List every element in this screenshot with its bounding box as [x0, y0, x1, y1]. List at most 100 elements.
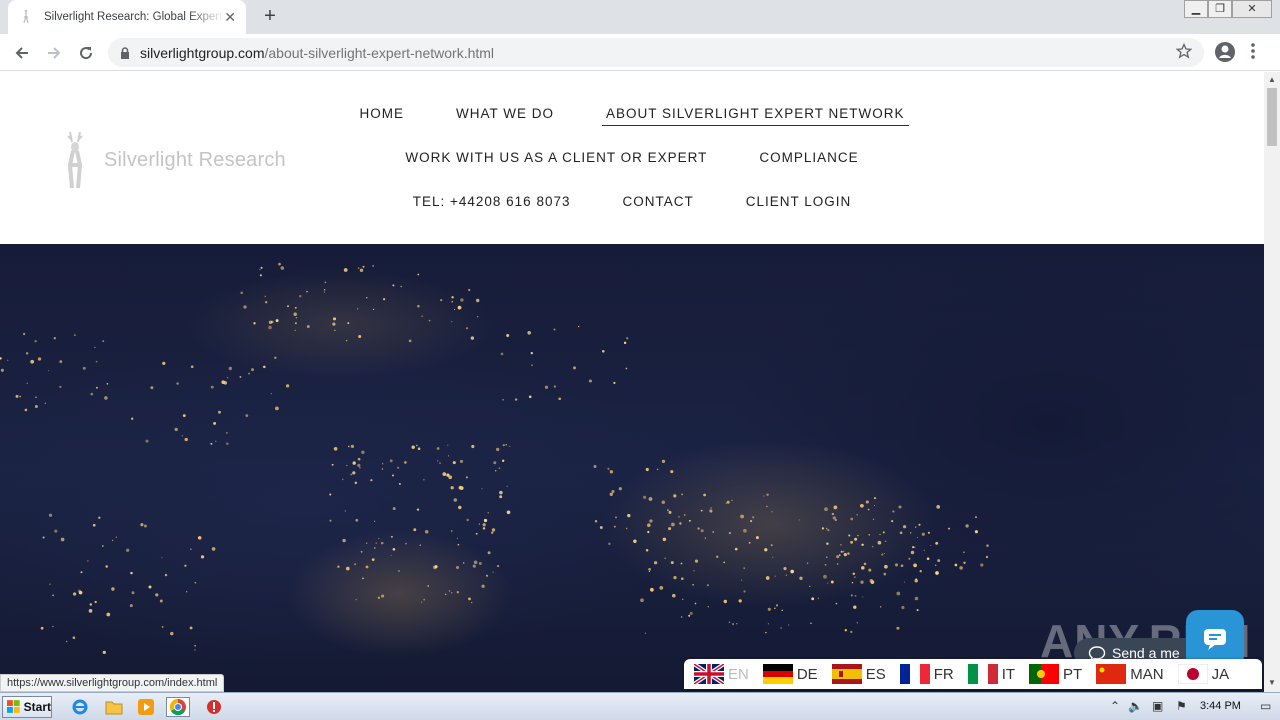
lang-man[interactable]: MAN [1096, 664, 1164, 684]
city-light [129, 604, 133, 608]
city-light [530, 351, 533, 355]
browser-menu-icon[interactable] [1250, 41, 1256, 66]
city-light [706, 584, 709, 587]
city-light [159, 599, 163, 603]
nav-about-expert-network[interactable]: ABOUT SILVERLIGHT EXPERT NETWORK [601, 102, 909, 126]
city-light [647, 530, 650, 534]
city-light [359, 467, 361, 469]
city-light [862, 596, 864, 598]
lang-pt[interactable]: PT [1029, 664, 1082, 684]
show-desktop-icon[interactable]: ▭ [1260, 699, 1271, 713]
lang-ja[interactable]: JA [1177, 664, 1229, 684]
city-light [329, 493, 332, 496]
bookmark-star-icon[interactable] [1175, 42, 1193, 64]
nav-what-we-do[interactable]: WHAT WE DO [452, 102, 558, 126]
city-light [608, 542, 611, 546]
city-light [239, 375, 242, 378]
city-light [836, 555, 840, 559]
tab-close-icon[interactable]: ✕ [224, 9, 236, 26]
city-light [884, 564, 888, 569]
city-light [871, 545, 874, 548]
city-light [527, 331, 531, 335]
city-light [908, 557, 911, 560]
nav-compliance[interactable]: COMPLIANCE [755, 146, 862, 169]
city-light [471, 601, 473, 604]
lang-fr[interactable]: FR [899, 664, 954, 684]
browser-tab[interactable]: Silverlight Research: Global Expert N ✕ [8, 0, 246, 34]
city-light [497, 565, 500, 568]
city-light [644, 632, 646, 634]
nav-client-login[interactable]: CLIENT LOGIN [742, 190, 856, 213]
nav-contact[interactable]: CONTACT [618, 190, 697, 213]
scroll-down-icon[interactable]: ▼ [1267, 678, 1277, 688]
address-bar[interactable]: silverlightgroup.com/about-silverlight-e… [108, 38, 1204, 67]
city-light [974, 530, 978, 534]
city-light [659, 586, 664, 590]
action-center-flag-icon[interactable]: ⚑ [1176, 699, 1187, 713]
lang-de[interactable]: DE [762, 664, 818, 684]
scroll-up-icon[interactable]: ▲ [1267, 75, 1277, 85]
nav-telephone[interactable]: TEL: +44208 616 8073 [409, 190, 575, 213]
city-light [190, 365, 194, 369]
volume-icon[interactable]: 🔈 [1128, 699, 1143, 713]
city-light [811, 597, 815, 601]
city-light [250, 368, 255, 372]
city-light [872, 518, 875, 521]
city-light [493, 461, 497, 465]
city-light [213, 421, 217, 425]
city-light [375, 542, 377, 544]
city-light [450, 530, 453, 532]
ie-icon[interactable] [68, 697, 92, 717]
tray-expand-icon[interactable]: ⌃ [1110, 699, 1120, 713]
scroll-thumb[interactable] [1267, 88, 1277, 146]
city-light [155, 593, 159, 597]
city-light [850, 630, 853, 634]
city-light [259, 268, 261, 271]
language-bar: EN DE ES FR IT PT MAN JA [684, 659, 1262, 689]
nav-work-with-us[interactable]: WORK WITH US AS A CLIENT OR EXPERT [401, 146, 711, 169]
city-light [482, 527, 486, 530]
city-light [182, 414, 186, 417]
city-light [544, 385, 549, 389]
page-scrollbar[interactable]: ▲ ▼ [1264, 72, 1280, 692]
url-path: /about-silverlight-expert-network.html [264, 44, 495, 61]
city-light [662, 537, 667, 542]
city-light [475, 298, 480, 303]
city-light [381, 594, 385, 598]
explorer-folder-icon[interactable] [102, 697, 126, 717]
restore-button[interactable]: ❐ [1208, 0, 1232, 18]
city-light [615, 516, 617, 519]
reload-icon [80, 47, 93, 60]
lang-it[interactable]: IT [967, 664, 1015, 684]
new-tab-button[interactable]: + [258, 6, 282, 28]
back-button[interactable] [10, 41, 34, 65]
city-light [593, 465, 597, 468]
network-icon[interactable]: ▣ [1152, 699, 1163, 713]
stop-app-icon[interactable] [202, 697, 226, 717]
city-light [935, 541, 939, 545]
city-light [372, 264, 375, 267]
city-light [228, 366, 233, 371]
close-window-button[interactable]: ✕ [1232, 0, 1272, 18]
minimize-button[interactable]: ▁ [1184, 0, 1208, 18]
city-light [506, 333, 510, 338]
chrome-taskbar-icon[interactable] [166, 697, 190, 717]
city-light [324, 281, 327, 284]
lang-es[interactable]: ES [831, 664, 886, 684]
nav-home[interactable]: HOME [355, 102, 408, 126]
city-light [468, 288, 471, 292]
forward-button[interactable] [42, 41, 66, 65]
media-player-icon[interactable] [134, 697, 158, 717]
city-light [278, 262, 281, 266]
account-icon[interactable] [1214, 41, 1236, 68]
lang-en[interactable]: EN [694, 664, 749, 684]
city-light [645, 548, 649, 552]
reload-button[interactable] [74, 41, 98, 65]
city-light [35, 396, 37, 399]
start-button[interactable]: Start [2, 696, 52, 718]
city-light [148, 585, 152, 589]
city-light [899, 531, 903, 535]
city-light [483, 518, 488, 523]
city-light [140, 523, 144, 527]
city-light [243, 305, 247, 309]
